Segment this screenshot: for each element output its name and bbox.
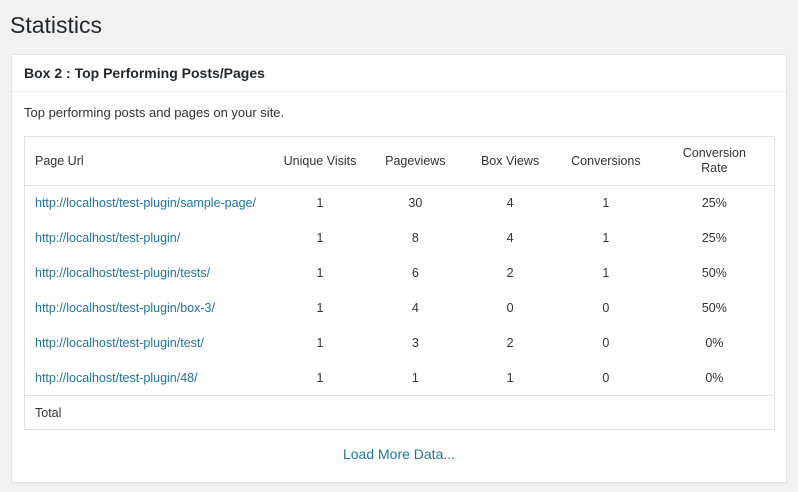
table-row: http://localhost/test-plugin/sample-page…: [25, 186, 775, 221]
box-views-cell: 0: [506, 301, 514, 315]
total-label: Total: [24, 395, 775, 430]
load-more-link[interactable]: Load More Data...: [343, 446, 455, 462]
top-posts-box: Box 2 : Top Performing Posts/Pages Top p…: [11, 54, 787, 483]
box-header: Box 2 : Top Performing Posts/Pages: [12, 55, 786, 92]
table-footer-row: Total: [24, 395, 775, 430]
col-conversion-rate: Conversion Rate: [654, 136, 775, 186]
conversions-cell: 1: [602, 196, 610, 211]
conversions-cell: 1: [602, 266, 610, 280]
page-url-link[interactable]: http://localhost/test-plugin/48/: [35, 371, 198, 385]
page-url-link[interactable]: http://localhost/test-plugin/box-3/: [35, 301, 215, 315]
pageviews-cell: 6: [411, 266, 419, 280]
table-row: http://localhost/test-plugin/box-3/ 1 4 …: [25, 291, 775, 326]
box-views-cell: 4: [506, 196, 514, 211]
box-title: Box 2 : Top Performing Posts/Pages: [24, 65, 265, 81]
unique-visits-cell: 1: [316, 370, 324, 385]
table-row: http://localhost/test-plugin/ 1 8 4 1 25…: [25, 221, 775, 256]
pageviews-cell: 4: [411, 301, 419, 315]
table-header-row: Page Url Unique Visits Pageviews Box Vie…: [24, 136, 775, 186]
unique-visits-cell: 1: [316, 336, 324, 350]
page-url-link[interactable]: http://localhost/test-plugin/: [35, 231, 180, 245]
box-views-cell: 4: [506, 231, 514, 245]
conversion-rate-cell: 25%: [701, 231, 727, 245]
table-row: http://localhost/test-plugin/tests/ 1 6 …: [25, 256, 775, 291]
pageviews-cell: 1: [411, 370, 419, 385]
stats-table: Page Url Unique Visits Pageviews Box Vie…: [24, 136, 775, 430]
conversions-cell: 0: [602, 336, 610, 350]
box-description: Top performing posts and pages on your s…: [24, 105, 285, 120]
page-url-link[interactable]: http://localhost/test-plugin/sample-page…: [35, 196, 256, 210]
table-row: http://localhost/test-plugin/test/ 1 3 2…: [25, 326, 775, 361]
pageviews-cell: 30: [408, 196, 423, 211]
pageviews-cell: 8: [411, 231, 419, 245]
table-row: http://localhost/test-plugin/48/ 1 1 1 0…: [25, 361, 775, 396]
load-more: Load More Data...: [12, 446, 786, 462]
page-url-link[interactable]: http://localhost/test-plugin/test/: [35, 336, 204, 350]
box-views-cell: 1: [506, 370, 514, 385]
unique-visits-cell: 1: [316, 196, 324, 211]
conversion-rate-cell: 50%: [701, 266, 727, 280]
box-views-cell: 2: [506, 336, 514, 350]
col-pageviews: Pageviews: [367, 136, 463, 186]
col-unique-visits: Unique Visits: [272, 136, 368, 186]
page-url-link[interactable]: http://localhost/test-plugin/tests/: [35, 266, 210, 280]
col-conversions: Conversions: [557, 136, 655, 186]
box-views-cell: 2: [506, 266, 514, 280]
page-title: Statistics: [10, 12, 103, 38]
conversion-rate-cell: 0%: [705, 336, 724, 350]
conversions-cell: 1: [602, 231, 610, 245]
col-box-views: Box Views: [463, 136, 558, 186]
col-page-url: Page Url: [24, 136, 273, 186]
conversion-rate-cell: 0%: [705, 370, 724, 385]
conversion-rate-cell: 50%: [701, 301, 727, 315]
unique-visits-cell: 1: [316, 301, 324, 315]
conversion-rate-cell: 25%: [701, 196, 727, 211]
unique-visits-cell: 1: [316, 231, 324, 245]
pageviews-cell: 3: [411, 336, 419, 350]
conversions-cell: 0: [602, 370, 610, 385]
unique-visits-cell: 1: [316, 266, 324, 280]
conversions-cell: 0: [602, 301, 610, 315]
